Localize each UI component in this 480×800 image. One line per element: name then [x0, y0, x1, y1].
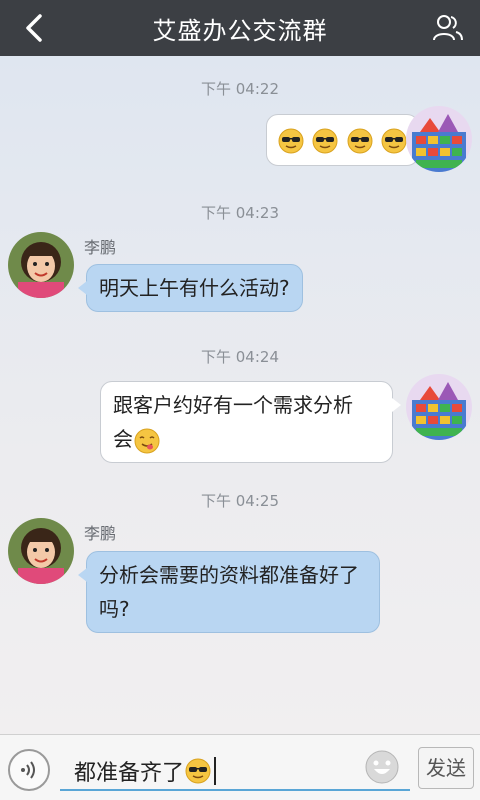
message-text-line: 吗? [99, 597, 130, 621]
message-input-text: 都准备齐了 [74, 761, 185, 786]
message-text-line: 分析会需要的资料都准备好了 [99, 563, 359, 587]
message-bubble-outgoing[interactable] [266, 114, 428, 166]
message-bubble-incoming[interactable]: 分析会需要的资料都准备好了 吗? [78, 551, 380, 633]
sunglasses-emoji-icon [381, 128, 407, 153]
message-bubble-incoming[interactable]: 明天上午有什么活动? [78, 264, 303, 312]
message-text-line: 跟客户约好有一个需求分析 [113, 393, 353, 417]
my-avatar[interactable] [406, 106, 472, 172]
sender-name: 李鹏 [84, 524, 117, 543]
voice-button[interactable] [8, 749, 50, 791]
timestamp: 下午 04:23 [201, 204, 279, 222]
sunglasses-emoji-icon [278, 128, 304, 153]
yum-emoji-icon [134, 428, 160, 453]
message-text: 明天上午有什么活动? [99, 276, 290, 300]
input-bar: 都准备齐了 发送 [0, 734, 480, 800]
timestamp: 下午 04:24 [201, 348, 279, 366]
group-members-button[interactable] [430, 10, 466, 46]
contact-avatar[interactable] [8, 518, 74, 584]
chat-title: 艾盛办公交流群 [152, 16, 328, 45]
timestamp: 下午 04:22 [201, 80, 279, 98]
contact-avatar[interactable] [8, 232, 74, 298]
voice-icon [21, 761, 35, 779]
message-bubble-outgoing[interactable]: 跟客户约好有一个需求分析 会 [100, 381, 401, 463]
chat-area[interactable]: 下午 04:22 下午 04:23 李鹏 明天上午有什么活动? 下午 04:24… [0, 56, 480, 734]
sunglasses-emoji-icon [312, 128, 338, 153]
timestamp: 下午 04:25 [201, 492, 279, 510]
emoji-button[interactable] [364, 749, 400, 785]
title-bar: 艾盛办公交流群 [0, 0, 480, 56]
send-button[interactable]: 发送 [418, 747, 474, 789]
sender-name: 李鹏 [84, 238, 117, 257]
chevron-left-icon [26, 14, 42, 42]
group-members-icon [433, 15, 463, 41]
back-button[interactable] [18, 10, 50, 46]
message-input[interactable]: 都准备齐了 [60, 745, 410, 791]
my-avatar[interactable] [406, 374, 472, 440]
text-caret [214, 757, 217, 785]
sunglasses-emoji-icon [347, 128, 373, 153]
smiley-icon [365, 750, 399, 784]
message-text-line: 会 [113, 427, 133, 451]
sunglasses-emoji-icon [185, 758, 211, 784]
